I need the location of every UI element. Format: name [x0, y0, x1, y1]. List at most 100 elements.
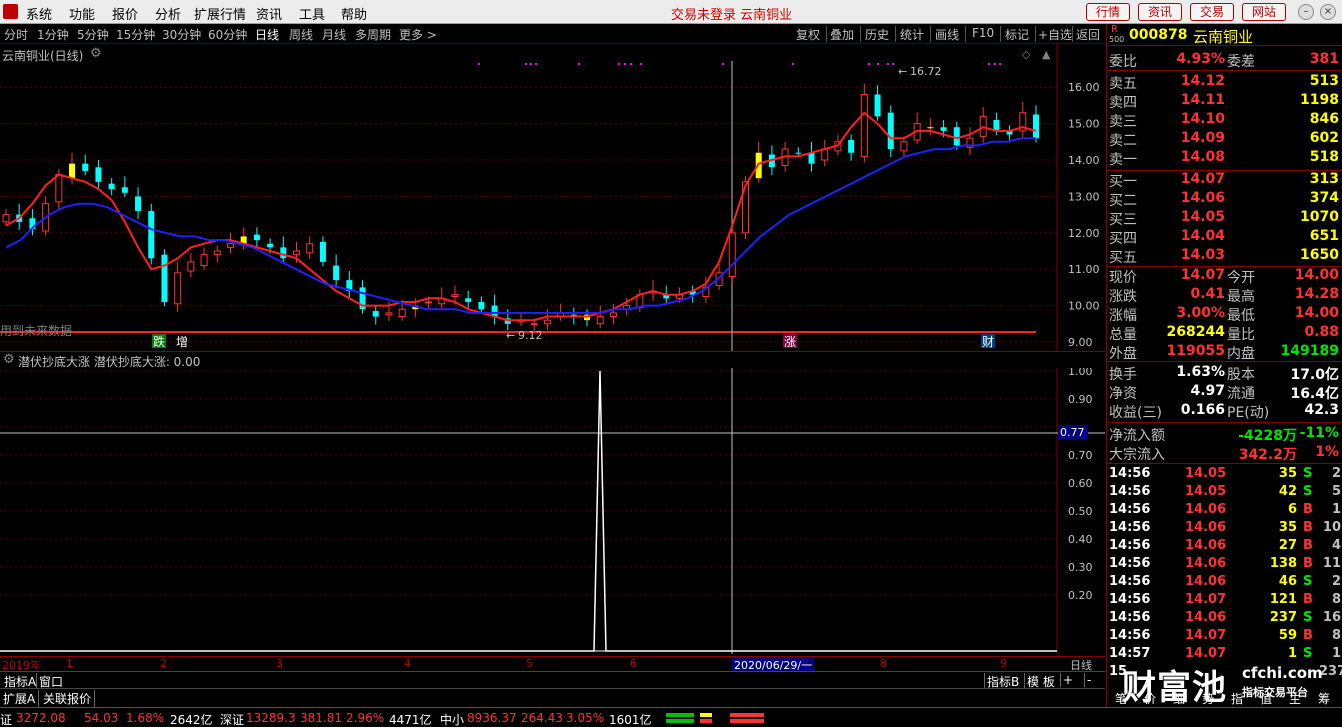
- sh-amount: 2642亿: [170, 713, 213, 727]
- event-tag-down[interactable]: 跌: [153, 334, 165, 349]
- candle-body: [808, 152, 815, 164]
- order-row[interactable]: 买五 14.03 1650: [1107, 246, 1342, 266]
- tick-price: 14.06: [1185, 538, 1227, 553]
- order-row[interactable]: 买三 14.05 1070: [1107, 208, 1342, 228]
- collapse-icon[interactable]: ▲: [1042, 48, 1051, 61]
- stat-value: 3.00%: [1176, 305, 1225, 321]
- sz-index[interactable]: 13289.3: [246, 711, 296, 725]
- period-30min[interactable]: 30分钟: [162, 26, 201, 43]
- tool-mark[interactable]: 标记: [1005, 26, 1029, 43]
- indicator-settings-icon[interactable]: ⚙: [3, 352, 15, 367]
- tool-history[interactable]: 历史: [865, 26, 889, 43]
- sh-index[interactable]: 3272.08: [16, 711, 66, 725]
- tool-add-favorite[interactable]: +自选: [1038, 26, 1072, 43]
- tick-volume: 6: [1287, 502, 1297, 517]
- order-volume: 1650: [1300, 247, 1339, 263]
- toolbar-divider: [895, 26, 896, 42]
- candle-body: [55, 174, 63, 203]
- zoom-out-button[interactable]: -: [1084, 673, 1093, 687]
- watermark-logo: 财富池: [1122, 668, 1227, 708]
- order-volume: 602: [1309, 130, 1339, 146]
- candle-body: [609, 312, 617, 318]
- tab-related-quote[interactable]: 关联报价: [40, 690, 96, 707]
- tool-f10[interactable]: F10: [972, 26, 994, 40]
- tick-direction: B: [1303, 592, 1313, 607]
- candlestick-chart[interactable]: 16.0015.0014.0013.0012.0011.0010.009.00 …: [0, 44, 1105, 352]
- tool-overlay[interactable]: 叠加: [830, 26, 854, 43]
- order-row[interactable]: 卖三 14.10 846: [1107, 110, 1342, 130]
- stat-value: 0.41: [1190, 286, 1225, 302]
- candle-body: [253, 234, 260, 241]
- menu-quote[interactable]: 报价: [112, 4, 138, 23]
- sh-change: 54.03: [84, 711, 119, 725]
- order-row[interactable]: 买一 14.07 313: [1107, 170, 1342, 190]
- menu-news[interactable]: 资讯: [256, 4, 282, 23]
- signal-dot: [887, 63, 889, 65]
- period-timeshare[interactable]: 分时: [4, 26, 28, 43]
- menu-extended-market[interactable]: 扩展行情: [194, 4, 246, 23]
- order-row[interactable]: 卖二 14.09 602: [1107, 129, 1342, 149]
- indicator-y-tick: 0.40: [1068, 533, 1093, 546]
- event-tag-add[interactable]: 增: [176, 335, 188, 349]
- period-60min[interactable]: 60分钟: [208, 26, 247, 43]
- stat-value: 16.4亿: [1290, 386, 1339, 402]
- period-5min[interactable]: 5分钟: [77, 26, 109, 43]
- order-level-label: 卖三: [1109, 114, 1137, 130]
- trade-button[interactable]: 交易: [1190, 3, 1234, 21]
- period-multi[interactable]: 多周期: [355, 26, 391, 43]
- order-row[interactable]: 买二 14.06 374: [1107, 189, 1342, 209]
- period-weekly[interactable]: 周线: [289, 26, 313, 43]
- menu-tools[interactable]: 工具: [299, 4, 325, 23]
- event-tag-up[interactable]: 涨: [784, 334, 796, 349]
- period-1min[interactable]: 1分钟: [37, 26, 69, 43]
- weibi-row: 委比 4.93% 委差 381: [1107, 50, 1342, 70]
- tick-volume: 27: [1278, 538, 1297, 553]
- website-button[interactable]: 网站: [1242, 3, 1286, 21]
- y-tick-label: 15.00: [1068, 118, 1100, 131]
- stat-label: 今开: [1227, 270, 1255, 286]
- signal-dot: [722, 63, 724, 65]
- indicator-chart[interactable]: 1.00 0.90 0.70 0.60 0.50 0.40 0.30 0.20 0.77: [0, 368, 1105, 654]
- tool-adjust[interactable]: 复权: [796, 26, 820, 43]
- stat-value: 42.3: [1304, 402, 1339, 418]
- tick-direction: B: [1303, 502, 1313, 517]
- zx-index[interactable]: 8936.37: [467, 711, 517, 725]
- menu-function[interactable]: 功能: [69, 4, 95, 23]
- tool-back[interactable]: 返回: [1076, 26, 1100, 43]
- order-row[interactable]: 卖五 14.12 513: [1107, 72, 1342, 92]
- chart-settings-icon[interactable]: ⚙: [90, 46, 102, 61]
- order-row[interactable]: 卖一 14.08 518: [1107, 148, 1342, 168]
- diamond-icon[interactable]: ◇: [1022, 48, 1031, 61]
- tool-stats[interactable]: 统计: [900, 26, 924, 43]
- menu-analysis[interactable]: 分析: [155, 4, 181, 23]
- tick-direction: S: [1303, 646, 1313, 661]
- event-tag-finance[interactable]: 财: [982, 335, 994, 349]
- flow-percent: 1%: [1315, 444, 1339, 460]
- menu-help[interactable]: 帮助: [341, 4, 367, 23]
- stat-value: 268244: [1166, 324, 1225, 340]
- menu-system[interactable]: 系统: [26, 4, 52, 23]
- zx-change: 264.43: [521, 711, 563, 725]
- news-button[interactable]: 资讯: [1138, 3, 1182, 21]
- period-more[interactable]: 更多 >: [399, 26, 437, 43]
- period-daily[interactable]: 日线: [255, 26, 279, 43]
- tab-extension-a[interactable]: 扩展A: [0, 690, 40, 707]
- close-icon[interactable]: ×: [1320, 4, 1336, 20]
- quote-button[interactable]: 行情: [1086, 3, 1130, 21]
- tool-draw[interactable]: 画线: [935, 26, 959, 43]
- crosshair-value-label: 0.77: [1060, 426, 1085, 439]
- toolbar-divider: [965, 26, 966, 42]
- order-row[interactable]: 卖四 14.11 1198: [1107, 91, 1342, 111]
- candle-body: [887, 112, 894, 150]
- order-row[interactable]: 买四 14.04 651: [1107, 227, 1342, 247]
- period-monthly[interactable]: 月线: [322, 26, 346, 43]
- period-15min[interactable]: 15分钟: [116, 26, 155, 43]
- zoom-in-button[interactable]: +: [1060, 673, 1075, 687]
- order-level-label: 买二: [1109, 193, 1137, 209]
- candle-body: [161, 254, 168, 302]
- tick-volume: 59: [1278, 628, 1297, 643]
- y-axis-ticks: 16.00 15.00 14.00 13.00 12.00 11.00 10.00 9.00: [1068, 81, 1100, 349]
- tick-direction: B: [1303, 538, 1313, 553]
- r-tag: R: [1111, 24, 1118, 35]
- minimize-icon[interactable]: –: [1298, 4, 1314, 20]
